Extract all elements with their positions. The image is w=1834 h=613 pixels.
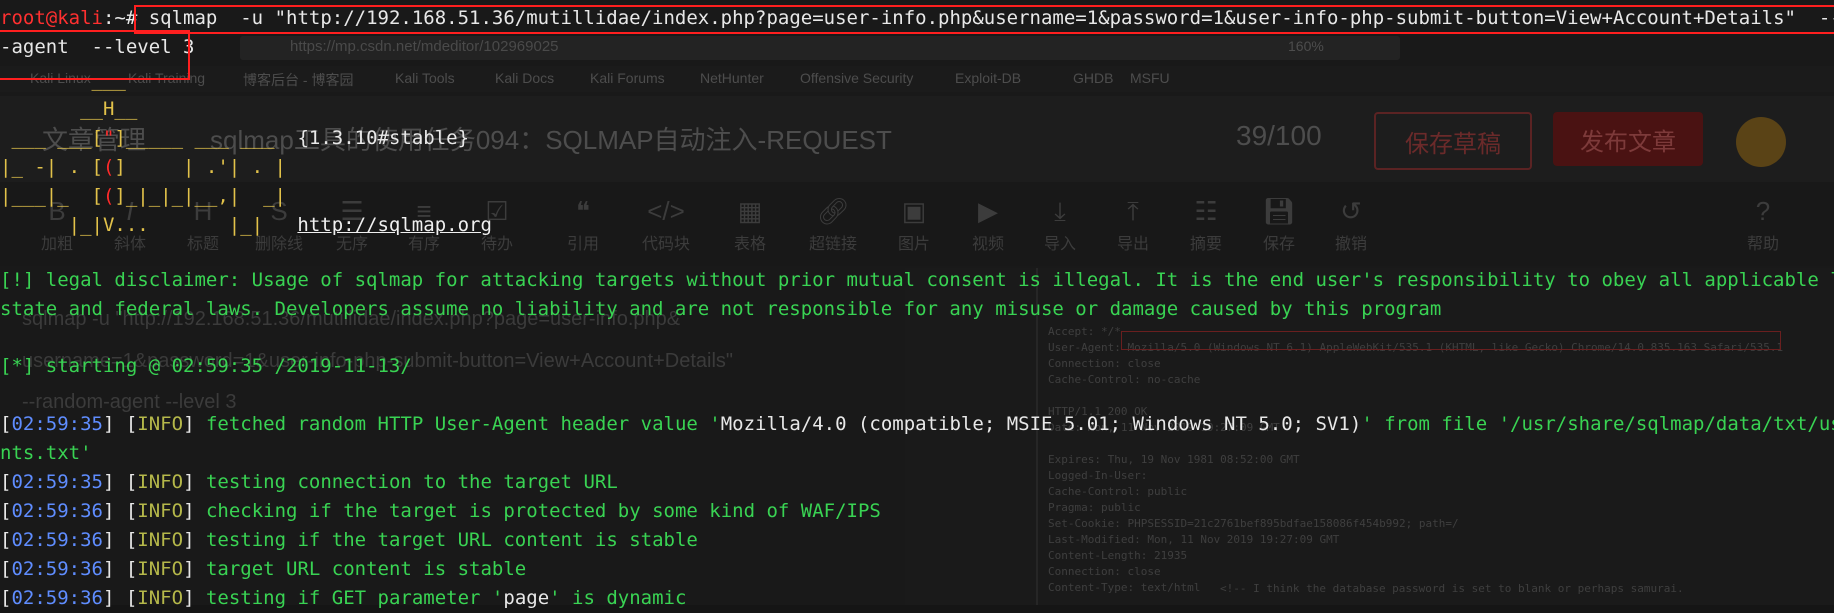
log-line: [02:59:35] [INFO] fetched random HTTP Us… [0,413,1834,435]
terminal[interactable]: root@kali:~# sqlmap -u "http://192.168.5… [0,0,1834,609]
starting-line: [*] starting @ 02:59:35 /2019-11-13/ [0,355,412,377]
log-line: [02:59:36] [INFO] checking if the target… [0,500,881,522]
logo-line: |___|_ [(]_|_|_|__,| _| [0,185,286,207]
prompt-separator: :~# [102,7,138,29]
log-line: [02:59:36] [INFO] target URL content is … [0,558,527,580]
log-line-wrap: nts.txt' [0,442,92,464]
log-line: [02:59:36] [INFO] testing if the target … [0,529,698,551]
logo-line: __H__ [0,98,138,120]
legal-disclaimer-cont: state and federal laws. Developers assum… [0,298,1442,320]
log-line: [02:59:36] [INFO] testing if GET paramet… [0,587,687,609]
logo-line: ___ ___["]_____ ___ ___ {1.3.10#stable} [0,127,470,149]
sqlmap-version: {1.3.10#stable} [297,127,470,149]
log-line: [02:59:35] [INFO] testing connection to … [0,471,618,493]
prompt-user: root@kali [0,7,103,29]
logo-line: |_|V... |_| http://sqlmap.org [0,214,492,236]
logo-line: |_ -| . [(] | .'| . | [0,156,286,178]
logo-line: ___ [0,69,126,91]
sqlmap-site-link[interactable]: http://sqlmap.org [297,214,491,236]
legal-disclaimer: [!] legal disclaimer: Usage of sqlmap fo… [0,269,1834,291]
command-highlight-box [134,5,1834,34]
